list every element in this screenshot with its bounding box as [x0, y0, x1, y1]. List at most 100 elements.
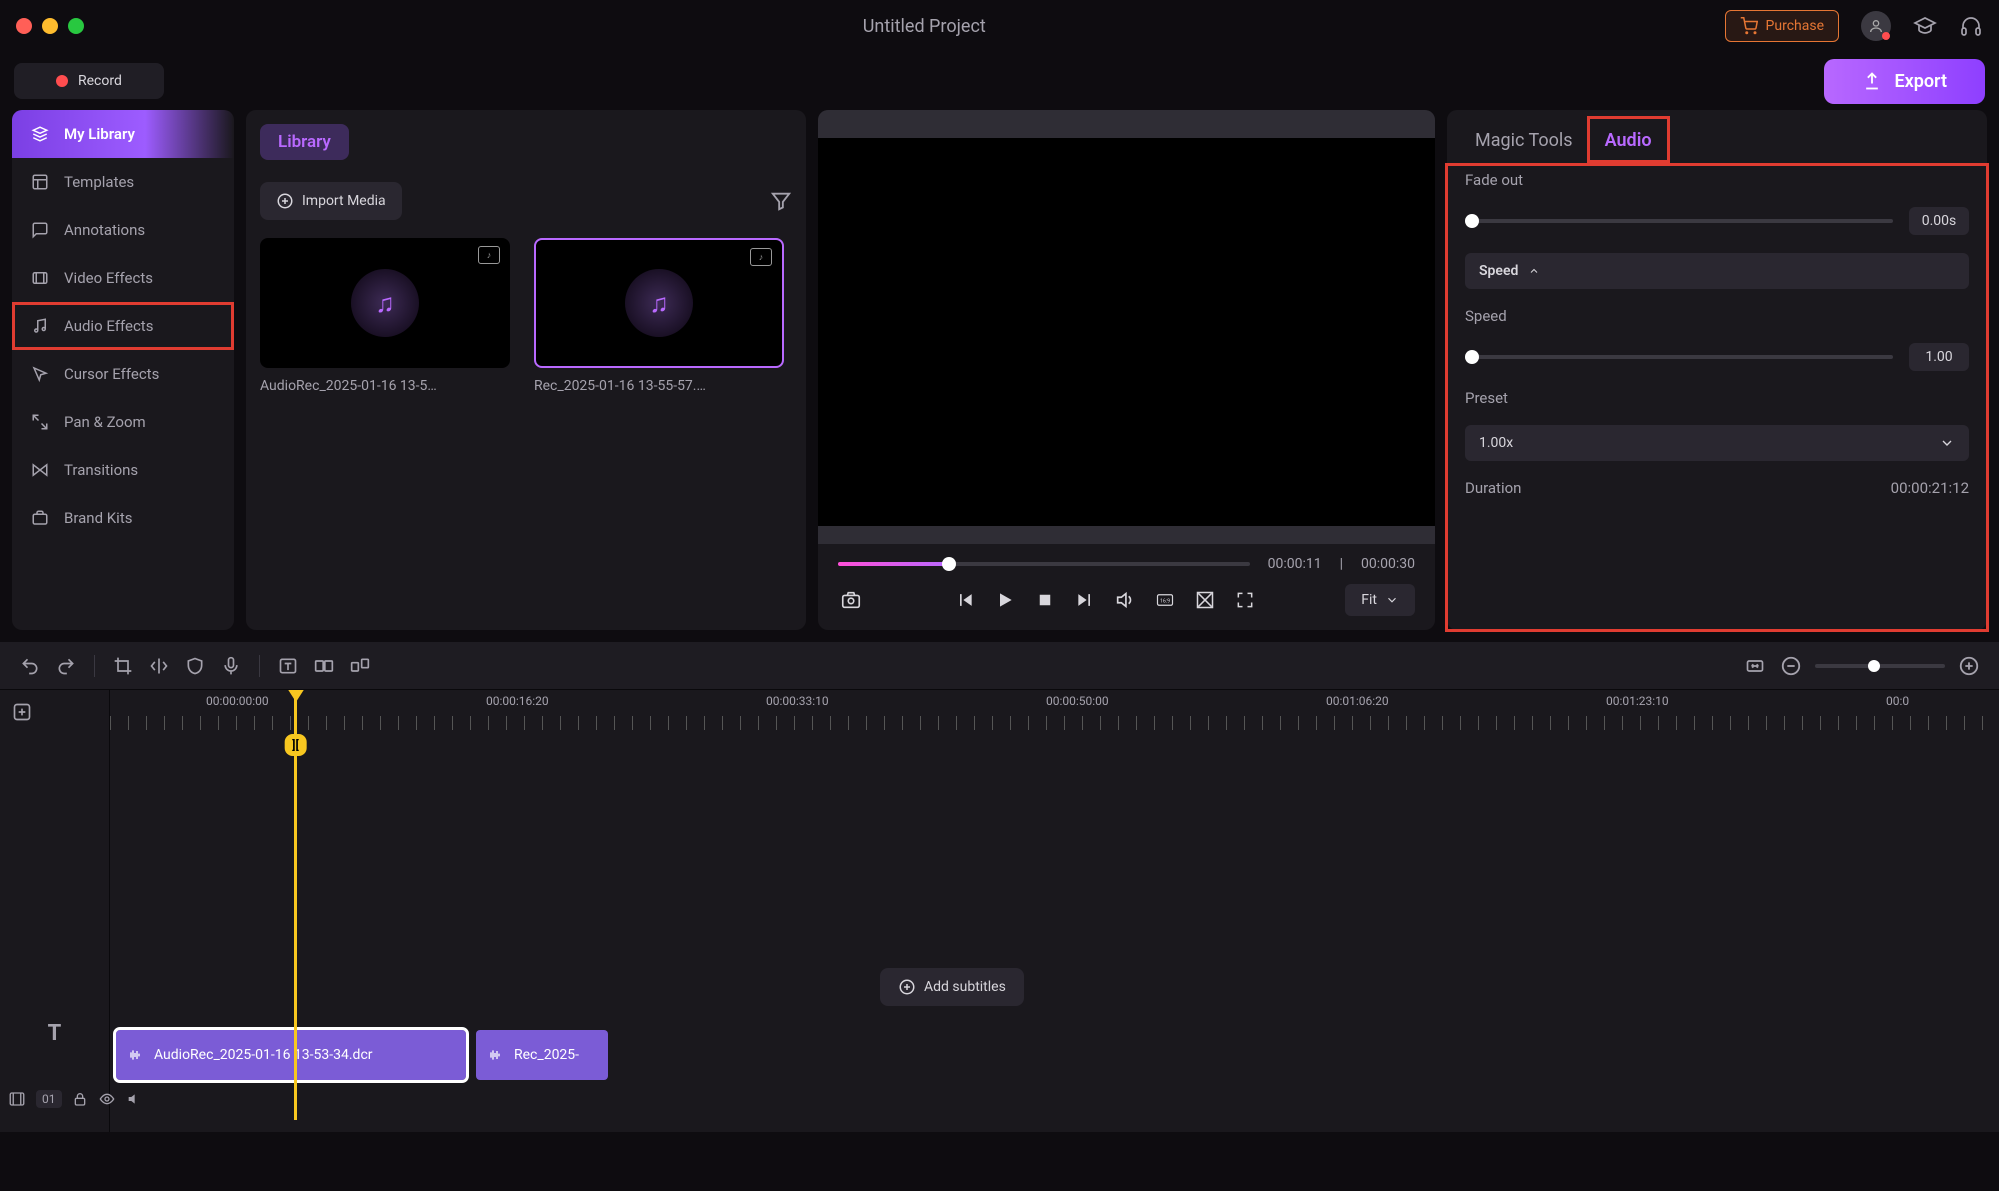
- grid-icon[interactable]: [1192, 587, 1218, 613]
- account-button[interactable]: [1861, 11, 1891, 41]
- preview-scrubber[interactable]: [838, 562, 1250, 566]
- maximize-window-button[interactable]: [68, 18, 84, 34]
- purchase-button[interactable]: Purchase: [1725, 10, 1839, 42]
- waveform-icon: [486, 1047, 504, 1063]
- text-track-header[interactable]: T: [0, 1000, 109, 1066]
- ruler-label: 00:01:23:10: [1606, 694, 1669, 708]
- media-item[interactable]: ♫ ♪ AudioRec_2025-01-16 13-5…: [260, 238, 510, 394]
- microphone-icon[interactable]: [219, 654, 243, 678]
- sidebar-item-cursor-effects[interactable]: Cursor Effects: [12, 350, 234, 398]
- next-frame-icon[interactable]: [1072, 587, 1098, 613]
- playhead[interactable]: ][: [294, 690, 297, 1120]
- prev-frame-icon[interactable]: [952, 587, 978, 613]
- fullscreen-icon[interactable]: [1232, 587, 1258, 613]
- aspect-ratio-icon[interactable]: 16:9: [1152, 587, 1178, 613]
- video-effects-icon: [30, 268, 50, 288]
- lock-icon[interactable]: [72, 1087, 88, 1111]
- preview-canvas[interactable]: [818, 138, 1435, 526]
- sidebar-item-label: Transitions: [64, 461, 138, 479]
- tab-audio[interactable]: Audio: [1601, 124, 1656, 157]
- stop-icon[interactable]: [1032, 587, 1058, 613]
- clip-name: AudioRec_2025-01-16 13-53-34.dcr: [154, 1047, 373, 1063]
- preset-label: Preset: [1465, 389, 1969, 407]
- playhead-handle[interactable]: ][: [284, 734, 307, 756]
- preset-select[interactable]: 1.00x: [1465, 425, 1969, 461]
- redo-icon[interactable]: [54, 654, 78, 678]
- music-note-icon: ♫: [375, 288, 395, 319]
- plus-circle-icon: [898, 978, 916, 996]
- filter-button[interactable]: [770, 190, 792, 212]
- sidebar-item-video-effects[interactable]: Video Effects: [12, 254, 234, 302]
- graduation-icon[interactable]: [1913, 14, 1937, 38]
- cursor-effects-icon: [30, 364, 50, 384]
- chevron-down-icon: [1939, 435, 1955, 451]
- project-title: Untitled Project: [124, 16, 1725, 37]
- sidebar-item-label: Brand Kits: [64, 509, 132, 527]
- sidebar-item-my-library[interactable]: My Library: [12, 110, 234, 158]
- record-button[interactable]: Record: [14, 63, 164, 99]
- play-icon[interactable]: [992, 587, 1018, 613]
- group-icon[interactable]: [312, 654, 336, 678]
- fit-timeline-icon[interactable]: [1743, 654, 1767, 678]
- import-media-label: Import Media: [302, 193, 386, 209]
- record-dot-icon: [56, 75, 68, 87]
- sidebar-item-templates[interactable]: Templates: [12, 158, 234, 206]
- timeline-ruler[interactable]: 00:00:00:00 00:00:16:20 00:00:33:10 00:0…: [110, 690, 1999, 730]
- zoom-out-icon[interactable]: [1779, 654, 1803, 678]
- sidebar-item-label: Pan & Zoom: [64, 413, 146, 431]
- sidebar-item-label: Audio Effects: [64, 317, 153, 335]
- text-icon[interactable]: [276, 654, 300, 678]
- sidebar-item-pan-zoom[interactable]: Pan & Zoom: [12, 398, 234, 446]
- fadeout-slider[interactable]: [1465, 219, 1893, 223]
- duration-label: Duration: [1465, 479, 1521, 497]
- highlight-box: [1587, 116, 1670, 163]
- minimize-window-button[interactable]: [42, 18, 58, 34]
- speed-section-header[interactable]: Speed: [1465, 253, 1969, 289]
- sidebar-item-label: Cursor Effects: [64, 365, 159, 383]
- add-subtitles-button[interactable]: Add subtitles: [880, 968, 1024, 1006]
- timeline: T 01 00:00:00:00 00:00:16:20 00:00:33:10…: [0, 642, 1999, 1132]
- timeline-toolbar: [0, 642, 1999, 690]
- ungroup-icon[interactable]: [348, 654, 372, 678]
- templates-icon: [30, 172, 50, 192]
- zoom-slider[interactable]: [1815, 664, 1945, 668]
- sidebar-item-label: My Library: [64, 125, 135, 143]
- timeline-tracks[interactable]: 00:00:00:00 00:00:16:20 00:00:33:10 00:0…: [110, 690, 1999, 1132]
- sidebar: My Library Templates Annotations Video E…: [12, 110, 234, 630]
- export-button[interactable]: Export: [1824, 59, 1985, 104]
- add-track-icon[interactable]: [10, 700, 34, 724]
- sidebar-item-transitions[interactable]: Transitions: [12, 446, 234, 494]
- chevron-down-icon: [1385, 593, 1399, 607]
- split-icon[interactable]: [147, 654, 171, 678]
- timeline-clip[interactable]: Rec_2025-: [476, 1030, 608, 1080]
- speed-value[interactable]: 1.00: [1909, 343, 1969, 371]
- transitions-icon: [30, 460, 50, 480]
- ruler-label: 00:01:06:20: [1326, 694, 1389, 708]
- volume-icon[interactable]: [1112, 587, 1138, 613]
- add-subtitles-label: Add subtitles: [924, 979, 1006, 995]
- screenshot-icon[interactable]: [838, 587, 864, 613]
- import-media-button[interactable]: Import Media: [260, 182, 402, 220]
- media-item[interactable]: ♫ ♪ Rec_2025-01-16 13-55-57.…: [534, 238, 784, 394]
- undo-icon[interactable]: [18, 654, 42, 678]
- zoom-in-icon[interactable]: [1957, 654, 1981, 678]
- preview-top-bar: [818, 110, 1435, 138]
- action-bar: Record Export: [0, 52, 1999, 110]
- tab-magic-tools[interactable]: Magic Tools: [1471, 124, 1577, 157]
- shield-icon[interactable]: [183, 654, 207, 678]
- sidebar-item-annotations[interactable]: Annotations: [12, 206, 234, 254]
- timeline-clip[interactable]: AudioRec_2025-01-16 13-53-34.dcr: [116, 1030, 466, 1080]
- close-window-button[interactable]: [16, 18, 32, 34]
- annotations-icon: [30, 220, 50, 240]
- fadeout-value[interactable]: 0.00s: [1909, 207, 1969, 235]
- sidebar-item-brand-kits[interactable]: Brand Kits: [12, 494, 234, 542]
- headphones-icon[interactable]: [1959, 14, 1983, 38]
- library-tab[interactable]: Library: [260, 124, 349, 160]
- properties-panel: Magic Tools Audio Fade out 0.00s Speed S…: [1447, 110, 1987, 630]
- record-label: Record: [78, 73, 122, 89]
- sidebar-item-label: Video Effects: [64, 269, 153, 287]
- speed-slider[interactable]: [1465, 355, 1893, 359]
- sidebar-item-audio-effects[interactable]: Audio Effects: [12, 302, 234, 350]
- fit-dropdown[interactable]: Fit: [1345, 584, 1415, 616]
- crop-icon[interactable]: [111, 654, 135, 678]
